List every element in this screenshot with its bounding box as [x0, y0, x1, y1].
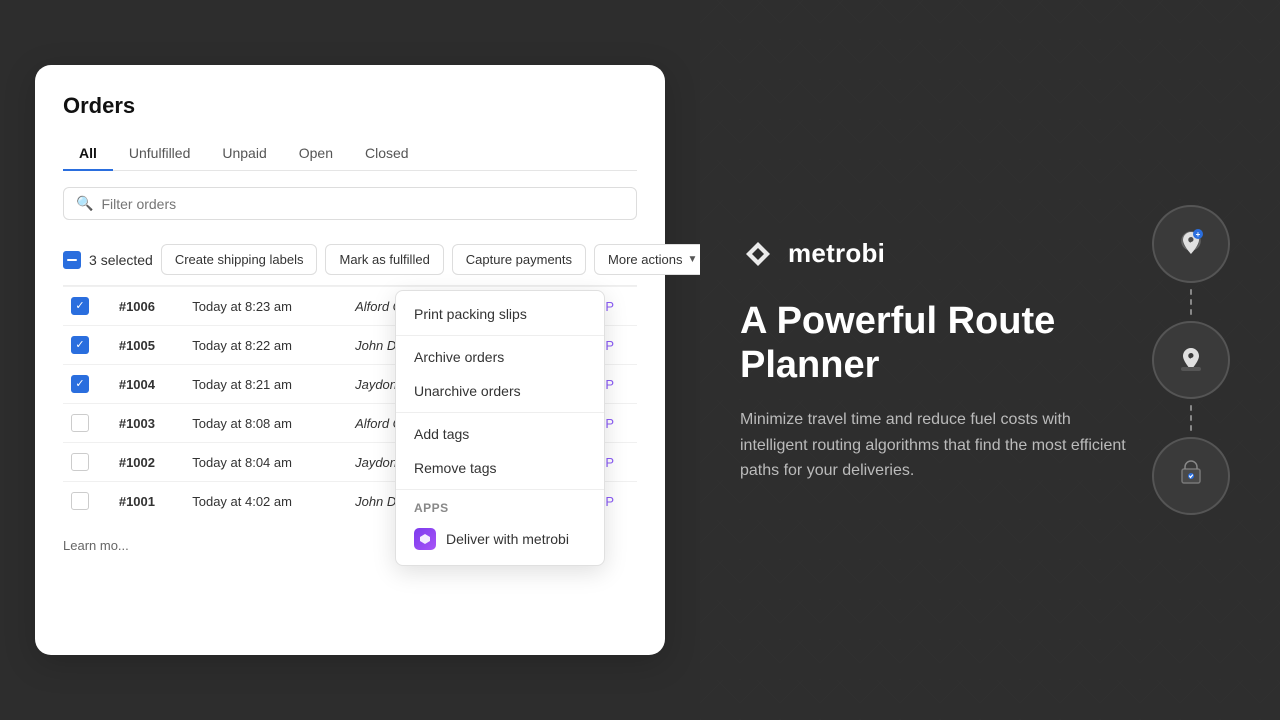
action-bar: 3 selected Create shipping labels Mark a…: [63, 234, 637, 286]
row-checkbox-1003[interactable]: [71, 414, 89, 432]
search-icon: 🔍: [76, 195, 93, 212]
select-all-checkbox[interactable]: [63, 251, 81, 269]
dropdown-unarchive[interactable]: Unarchive orders: [396, 374, 604, 408]
more-actions-btn[interactable]: More actions ▼: [594, 244, 711, 275]
order-id[interactable]: #1004: [111, 365, 184, 404]
order-time: Today at 4:02 am: [184, 482, 347, 521]
tab-unpaid[interactable]: Unpaid: [206, 137, 282, 171]
status-text: P: [605, 299, 614, 314]
dropdown-deliver-metrobi[interactable]: Deliver with metrobi: [396, 519, 604, 559]
row-checkbox-1004[interactable]: ✓: [71, 375, 89, 393]
right-panel: + metrobi: [700, 0, 1280, 720]
route-dashes-2: [1190, 399, 1192, 437]
selected-count: 3 selected: [89, 252, 153, 268]
dropdown-add-tags[interactable]: Add tags: [396, 417, 604, 451]
order-time: Today at 8:21 am: [184, 365, 347, 404]
dropdown-menu: Print packing slips Archive orders Unarc…: [395, 290, 605, 566]
metrobi-logo: metrobi: [740, 236, 1220, 272]
metrobi-app-icon: [414, 528, 436, 550]
order-time: Today at 8:22 am: [184, 326, 347, 365]
subtext: Minimize travel time and reduce fuel cos…: [740, 407, 1140, 484]
search-input[interactable]: [101, 196, 624, 212]
status-text: P: [605, 338, 614, 353]
create-shipping-btn[interactable]: Create shipping labels: [161, 244, 318, 275]
orders-card: Orders All Unfulfilled Unpaid Open Close…: [35, 65, 665, 655]
tabs: All Unfulfilled Unpaid Open Closed: [63, 137, 637, 171]
row-checkbox-1005[interactable]: ✓: [71, 336, 89, 354]
search-bar: 🔍: [63, 187, 637, 220]
tab-all[interactable]: All: [63, 137, 113, 171]
status-text: P: [605, 455, 614, 470]
tab-closed[interactable]: Closed: [349, 137, 425, 171]
card-title: Orders: [63, 93, 637, 119]
order-id[interactable]: #1005: [111, 326, 184, 365]
dropdown-divider: [396, 335, 604, 336]
order-id[interactable]: #1006: [111, 287, 184, 326]
route-dashes-1: [1190, 283, 1192, 321]
status-text: P: [605, 494, 614, 509]
left-panel: Orders All Unfulfilled Unpaid Open Close…: [0, 0, 700, 720]
row-checkbox-1002[interactable]: [71, 453, 89, 471]
dropdown-archive[interactable]: Archive orders: [396, 340, 604, 374]
route-icon-bottom: [1152, 437, 1230, 515]
order-id[interactable]: #1002: [111, 443, 184, 482]
row-checkbox-1006[interactable]: ✓: [71, 297, 89, 315]
capture-payments-btn[interactable]: Capture payments: [452, 244, 586, 275]
order-id[interactable]: #1001: [111, 482, 184, 521]
route-icon-mid: [1152, 321, 1230, 399]
row-checkbox-1001[interactable]: [71, 492, 89, 510]
status-text: P: [605, 377, 614, 392]
order-time: Today at 8:08 am: [184, 404, 347, 443]
order-time: Today at 8:04 am: [184, 443, 347, 482]
order-id[interactable]: #1003: [111, 404, 184, 443]
dropdown-divider: [396, 489, 604, 490]
dropdown-divider: [396, 412, 604, 413]
order-time: Today at 8:23 am: [184, 287, 347, 326]
dropdown-print-packing[interactable]: Print packing slips: [396, 297, 604, 331]
mark-fulfilled-btn[interactable]: Mark as fulfilled: [325, 244, 443, 275]
dropdown-apps-section: APPS: [396, 494, 604, 519]
deliver-metrobi-label: Deliver with metrobi: [446, 531, 569, 547]
tab-unfulfilled[interactable]: Unfulfilled: [113, 137, 206, 171]
chevron-down-icon: ▼: [687, 254, 697, 265]
metrobi-logo-text: metrobi: [788, 238, 885, 269]
metrobi-logo-icon: [740, 236, 776, 272]
headline: A Powerful Route Planner: [740, 300, 1160, 387]
dropdown-remove-tags[interactable]: Remove tags: [396, 451, 604, 485]
status-text: P: [605, 416, 614, 431]
tab-open[interactable]: Open: [283, 137, 349, 171]
